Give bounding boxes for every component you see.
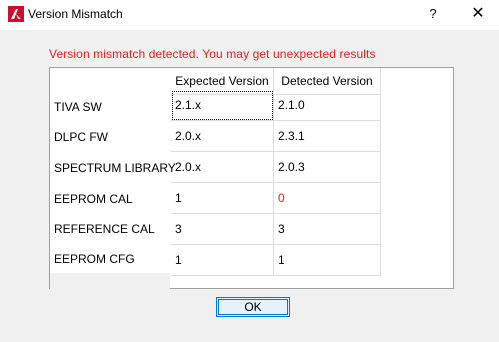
close-button[interactable]: ✕ — [461, 1, 495, 27]
ok-button[interactable]: OK — [216, 297, 290, 317]
row-label-eeprom-cfg: EEPROM CFG — [54, 252, 135, 266]
cell-detected-dlpc-fw[interactable]: 2.3.1 — [274, 121, 381, 152]
row-label-spectrum-library: SPECTRUM LIBRARY — [54, 161, 176, 175]
cell-expected-eeprom-cfg[interactable]: 1 — [171, 245, 274, 276]
cell-expected-eeprom-cal[interactable]: 1 — [171, 183, 274, 214]
row-label-eeprom-cal: EEPROM CAL — [54, 192, 133, 206]
cell-expected-tiva-sw[interactable]: 2.1.x — [171, 90, 274, 121]
cell-expected-reference-cal[interactable]: 3 — [171, 214, 274, 245]
row-label-dlpc-fw: DLPC FW — [54, 130, 108, 144]
version-table: Expected Version Detected Version TIVA S… — [49, 67, 454, 289]
cell-expected-spectrum-library[interactable]: 2.0.x — [171, 152, 274, 183]
app-logo-icon — [8, 6, 24, 22]
row-label-tiva-sw: TIVA SW — [54, 100, 102, 114]
cell-detected-reference-cal[interactable]: 3 — [274, 214, 381, 245]
cell-detected-spectrum-library[interactable]: 2.0.3 — [274, 152, 381, 183]
cell-detected-eeprom-cal[interactable]: 0 — [274, 183, 381, 214]
row-label-reference-cal: REFERENCE CAL — [54, 222, 155, 236]
version-mismatch-dialog: Version Mismatch ? ✕ Version mismatch de… — [0, 0, 499, 342]
cell-detected-eeprom-cfg[interactable]: 1 — [274, 245, 381, 276]
title-bar[interactable]: Version Mismatch ? ✕ — [0, 0, 499, 30]
help-button[interactable]: ? — [418, 1, 448, 27]
cell-detected-tiva-sw[interactable]: 2.1.0 — [274, 90, 381, 121]
window-title: Version Mismatch — [28, 7, 123, 21]
table-empty-area — [50, 273, 170, 289]
cell-expected-dlpc-fw[interactable]: 2.0.x — [171, 121, 274, 152]
mismatch-warning-text: Version mismatch detected. You may get u… — [49, 47, 376, 61]
